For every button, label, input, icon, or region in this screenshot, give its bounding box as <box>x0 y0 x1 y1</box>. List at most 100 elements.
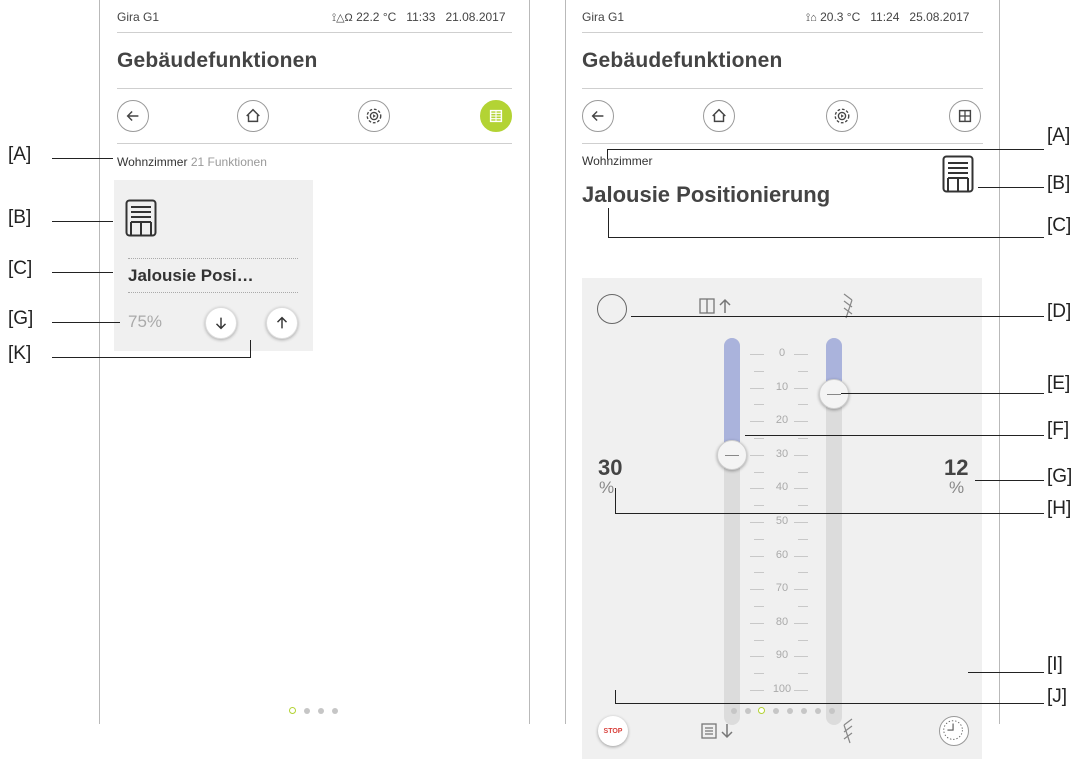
callout-a-right: [A] <box>1047 125 1071 146</box>
function-count: 21 <box>190 155 205 169</box>
arrow-up-icon <box>276 316 288 329</box>
up-button[interactable] <box>266 307 298 339</box>
scale-tick <box>794 387 808 389</box>
device-name: Gira G1 <box>582 10 625 24</box>
scale-tick <box>750 656 764 658</box>
scale-minor-tick <box>754 606 764 607</box>
room-name: Wohnzimmer <box>117 155 188 169</box>
timer-button[interactable] <box>939 716 969 746</box>
scale-minor-tick <box>754 639 764 641</box>
callout-i-right: [I] <box>1047 654 1063 675</box>
page-indicator-current[interactable] <box>289 707 296 714</box>
scale-minor-tick <box>798 538 808 540</box>
temperature: 20.3 °C <box>820 10 861 24</box>
down-button[interactable] <box>205 307 237 339</box>
blind-close-icon[interactable] <box>700 720 736 742</box>
back-button[interactable] <box>117 100 149 132</box>
callout-g-left: [G] <box>8 308 34 329</box>
page-indicator[interactable] <box>773 708 779 714</box>
page-indicator-current[interactable] <box>758 707 765 714</box>
time: 11:24 <box>870 10 900 24</box>
page-indicator[interactable] <box>787 708 793 714</box>
stop-button[interactable]: STOP <box>598 716 628 746</box>
scale-minor-tick <box>754 404 764 406</box>
blind-icon <box>125 199 157 237</box>
breadcrumb: Wohnzimmer 21 Funktionen <box>117 155 267 169</box>
page-indicator[interactable] <box>731 708 737 714</box>
function-tile[interactable]: Jalousie Posi… 75% <box>114 180 313 351</box>
page-indicator[interactable] <box>332 708 338 714</box>
scale-tick <box>794 555 808 557</box>
arrow-left-icon <box>126 110 139 122</box>
home-button[interactable] <box>703 100 735 132</box>
grid-icon <box>489 109 503 123</box>
scale-tick <box>794 421 808 423</box>
scale-tick <box>794 354 808 355</box>
date: 25.08.2017 <box>909 10 970 24</box>
scale-label: 60 <box>775 548 789 561</box>
scale-minor-tick <box>754 538 764 540</box>
scale-label: 80 <box>775 615 789 628</box>
callout-g-right: [G] <box>1047 466 1073 487</box>
scale-label: 0 <box>778 347 786 359</box>
home-button[interactable] <box>237 100 269 132</box>
scale-minor-tick <box>754 673 764 675</box>
scale-tick <box>750 387 764 389</box>
control-panel: 0 10 20 30 40 50 60 70 80 90 100 30 % 12 % STOP <box>582 278 982 759</box>
slat-close-icon[interactable] <box>840 717 856 745</box>
status-bar-right: ⟟⌂ 20.3 °C 11:24 25.08.2017 <box>806 10 969 25</box>
scale-tick <box>750 454 764 456</box>
arrow-down-icon <box>215 317 227 330</box>
scale-tick <box>750 522 764 523</box>
time: 11:33 <box>406 10 436 24</box>
page-indicator[interactable] <box>815 708 821 714</box>
settings-button[interactable] <box>826 100 858 132</box>
scale-minor-tick <box>798 370 808 372</box>
scale-minor-tick <box>798 606 808 607</box>
settings-button[interactable] <box>358 100 390 132</box>
scale-label: 100 <box>772 683 792 695</box>
function-name: Jalousie Posi… <box>128 266 254 285</box>
thermometer-icon: ⟟△Ω <box>332 12 353 24</box>
grid-view-button[interactable] <box>480 100 512 132</box>
device-name: Gira G1 <box>117 10 160 24</box>
scale-tick <box>794 454 808 456</box>
scale-label: 40 <box>775 481 789 494</box>
scale-tick <box>794 690 808 691</box>
back-button[interactable] <box>582 100 614 132</box>
callout-e-right: [E] <box>1047 373 1071 394</box>
status-bar-right: ⟟△Ω 22.2 °C 11:33 21.08.2017 <box>332 10 506 25</box>
page-indicator[interactable] <box>745 708 751 714</box>
page-title: Gebäudefunktionen <box>117 49 318 72</box>
position-scale: 0 10 20 30 40 50 60 70 80 90 100 <box>582 278 982 759</box>
scale-label: 30 <box>775 447 789 460</box>
scale-minor-tick <box>798 673 808 675</box>
slat-unit: % <box>949 478 965 497</box>
grid-icon <box>958 109 972 123</box>
scale-tick <box>750 555 764 557</box>
scale-minor-tick <box>798 471 808 473</box>
page-indicator[interactable] <box>304 708 310 714</box>
callout-a-left: [A] <box>8 144 32 165</box>
scale-minor-tick <box>798 404 808 406</box>
scale-label: 90 <box>775 649 789 662</box>
clock-icon <box>943 720 963 740</box>
callout-f-right: [F] <box>1047 419 1070 440</box>
left-screen: Gira G1 ⟟△Ω 22.2 °C 11:33 21.08.2017 Geb… <box>99 0 530 724</box>
callout-h-right: [H] <box>1047 498 1072 519</box>
scale-tick <box>750 488 764 490</box>
temperature: 22.2 °C <box>356 10 397 24</box>
scale-label: 70 <box>775 582 789 595</box>
date: 21.08.2017 <box>445 10 506 24</box>
page-indicator[interactable] <box>829 708 835 714</box>
page-indicator[interactable] <box>801 708 807 714</box>
scale-label: 20 <box>775 414 789 427</box>
thermometer-icon: ⟟⌂ <box>806 12 817 24</box>
page-indicator[interactable] <box>318 708 324 714</box>
right-screen: Gira G1 ⟟⌂ 20.3 °C 11:24 25.08.2017 Gebä… <box>565 0 1000 759</box>
grid-view-button[interactable] <box>949 100 981 132</box>
callout-b-right: [B] <box>1047 173 1071 194</box>
scale-label: 10 <box>775 380 789 393</box>
scale-minor-tick <box>754 471 764 473</box>
gear-icon <box>366 108 382 124</box>
